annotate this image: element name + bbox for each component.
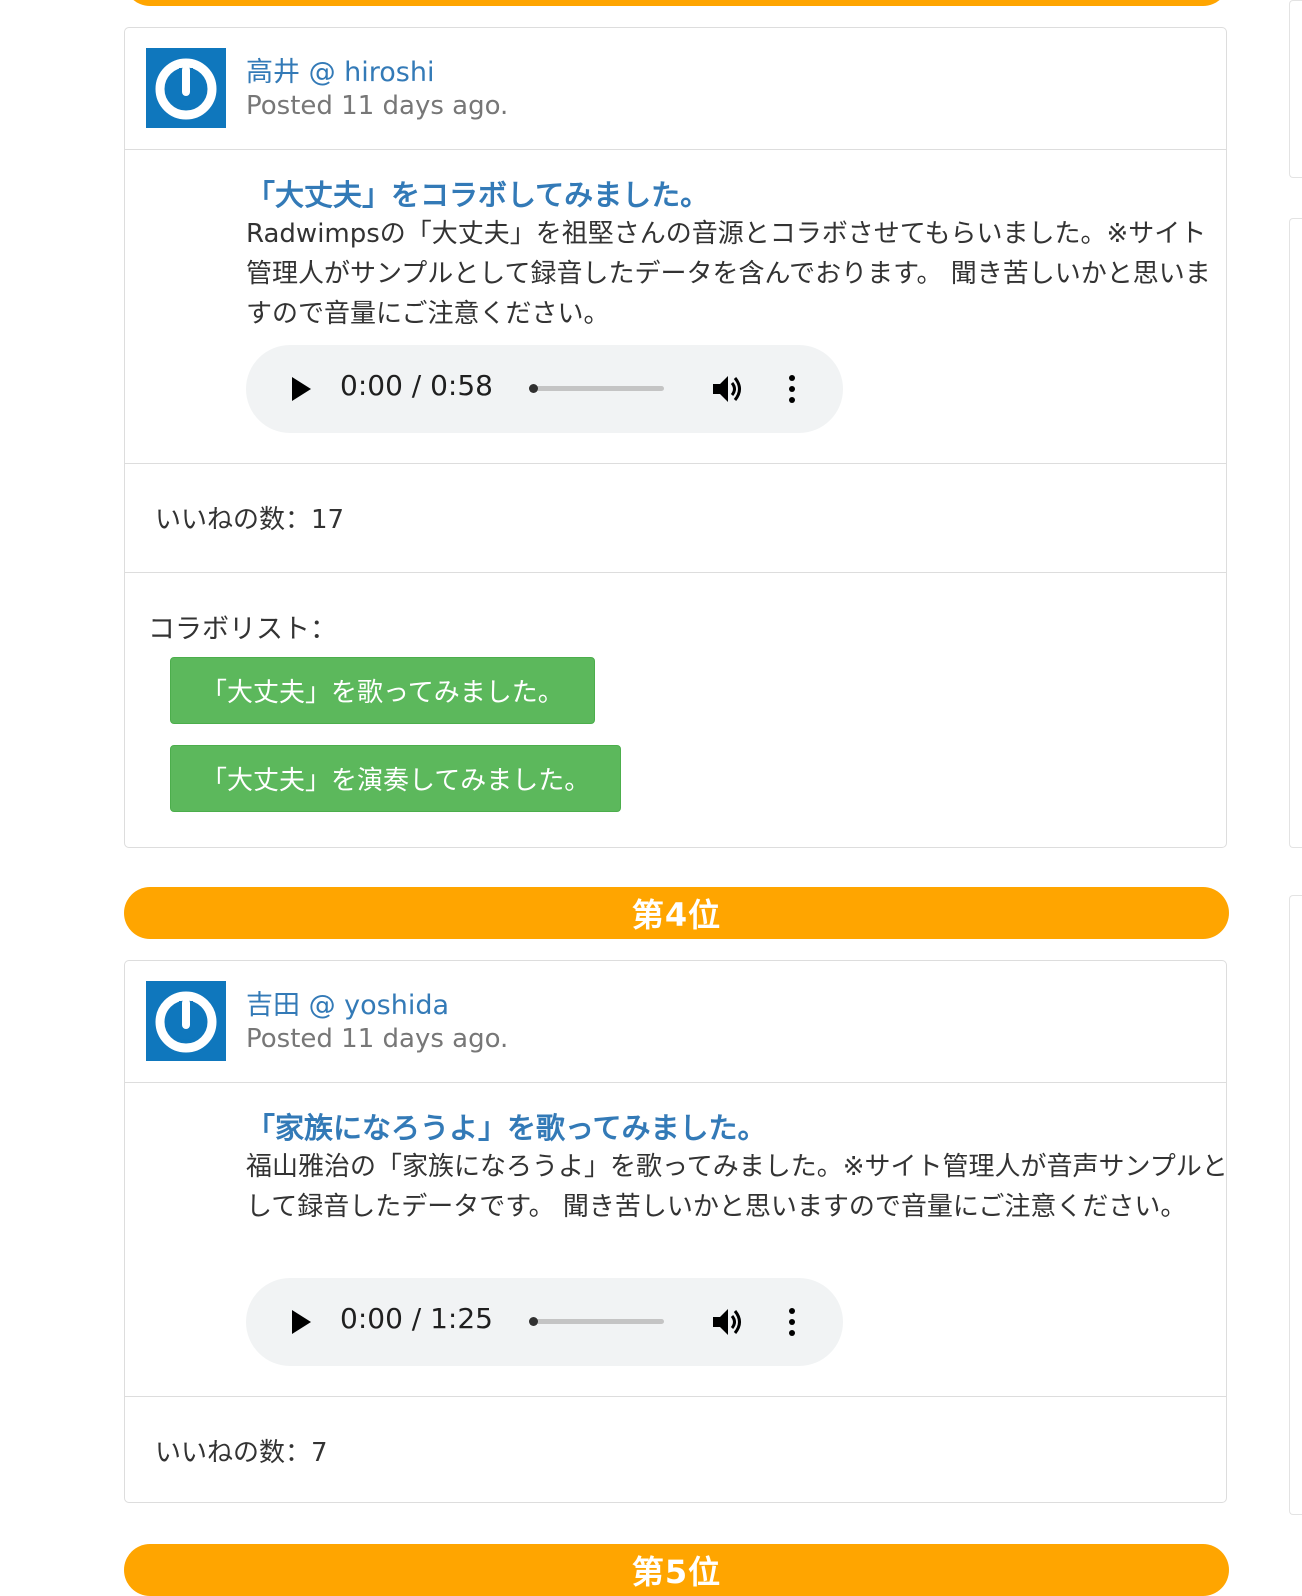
user-name-link[interactable]: 吉田 @ yoshida xyxy=(246,983,449,1022)
likes-count: いいねの数：7 xyxy=(155,1438,328,1468)
audio-player[interactable]: 0:00 / 0:58 xyxy=(246,345,843,433)
collab-section: コラボリスト： 「大丈夫」を歌ってみました。 「大丈夫」を演奏してみました。 xyxy=(125,573,1226,847)
audio-progress[interactable] xyxy=(531,386,664,391)
post-card: 吉田 @ yoshida Posted 11 days ago. 「家族になろう… xyxy=(124,960,1228,1503)
play-icon[interactable] xyxy=(290,1309,312,1335)
audio-time: 0:00 / 0:58 xyxy=(340,369,493,402)
avatar[interactable] xyxy=(146,981,226,1061)
more-vert-icon[interactable] xyxy=(786,374,798,404)
post-header: 高井 @ hiroshi Posted 11 days ago. xyxy=(125,28,1226,150)
avatar[interactable] xyxy=(146,48,226,128)
post-description: Radwimpsの「大丈夫」を祖堅さんの音源とコラボさせてもらいました。※サイト… xyxy=(246,219,1211,329)
volume-icon[interactable] xyxy=(711,373,745,405)
collab-button[interactable]: 「大丈夫」を演奏してみました。 xyxy=(170,745,622,812)
audio-player[interactable]: 0:00 / 1:25 xyxy=(246,1278,843,1366)
audio-progress[interactable] xyxy=(531,1319,664,1324)
likes-section: いいねの数：7 xyxy=(125,1397,1226,1503)
more-vert-icon[interactable] xyxy=(786,1307,798,1337)
audio-progress-knob[interactable] xyxy=(529,1317,538,1326)
post-body: 「大丈夫」をコラボしてみました。 Radwimpsの「大丈夫」を祖堅さんの音源と… xyxy=(125,150,1226,464)
post-body: 「家族になろうよ」を歌ってみました。 福山雅治の「家族になろうよ」を歌ってみまし… xyxy=(125,1083,1228,1397)
sidebar-edge xyxy=(1289,218,1302,848)
audio-progress-knob[interactable] xyxy=(529,384,538,393)
likes-count: いいねの数：17 xyxy=(155,505,345,535)
post-card: 高井 @ hiroshi Posted 11 days ago. 「大丈夫」をコ… xyxy=(124,27,1227,848)
post-title-link[interactable]: 「家族になろうよ」を歌ってみました。 xyxy=(246,1105,767,1147)
sidebar-edge xyxy=(1289,0,1302,178)
audio-time: 0:00 / 1:25 xyxy=(340,1302,493,1335)
rank-bar-previous xyxy=(124,0,1229,6)
sidebar-edge xyxy=(1289,895,1302,1515)
avatar-power-icon xyxy=(155,58,217,120)
post-title-link[interactable]: 「大丈夫」をコラボしてみました。 xyxy=(246,172,709,214)
posted-time: Posted 11 days ago. xyxy=(246,91,509,121)
avatar-power-icon xyxy=(155,991,217,1053)
user-name-link[interactable]: 高井 @ hiroshi xyxy=(246,50,435,89)
likes-section: いいねの数：17 xyxy=(125,464,1226,573)
play-icon[interactable] xyxy=(290,376,312,402)
collab-list-label: コラボリスト： xyxy=(148,614,337,645)
rank-bar: 第5位 xyxy=(124,1544,1229,1596)
post-description: 福山雅治の「家族になろうよ」を歌ってみました。※サイト管理人が音声サンプルとして… xyxy=(246,1152,1228,1222)
post-header: 吉田 @ yoshida Posted 11 days ago. xyxy=(125,961,1226,1083)
posted-time: Posted 11 days ago. xyxy=(246,1024,509,1054)
rank-bar: 第4位 xyxy=(124,887,1229,939)
volume-icon[interactable] xyxy=(711,1306,745,1338)
collab-button[interactable]: 「大丈夫」を歌ってみました。 xyxy=(170,657,595,724)
